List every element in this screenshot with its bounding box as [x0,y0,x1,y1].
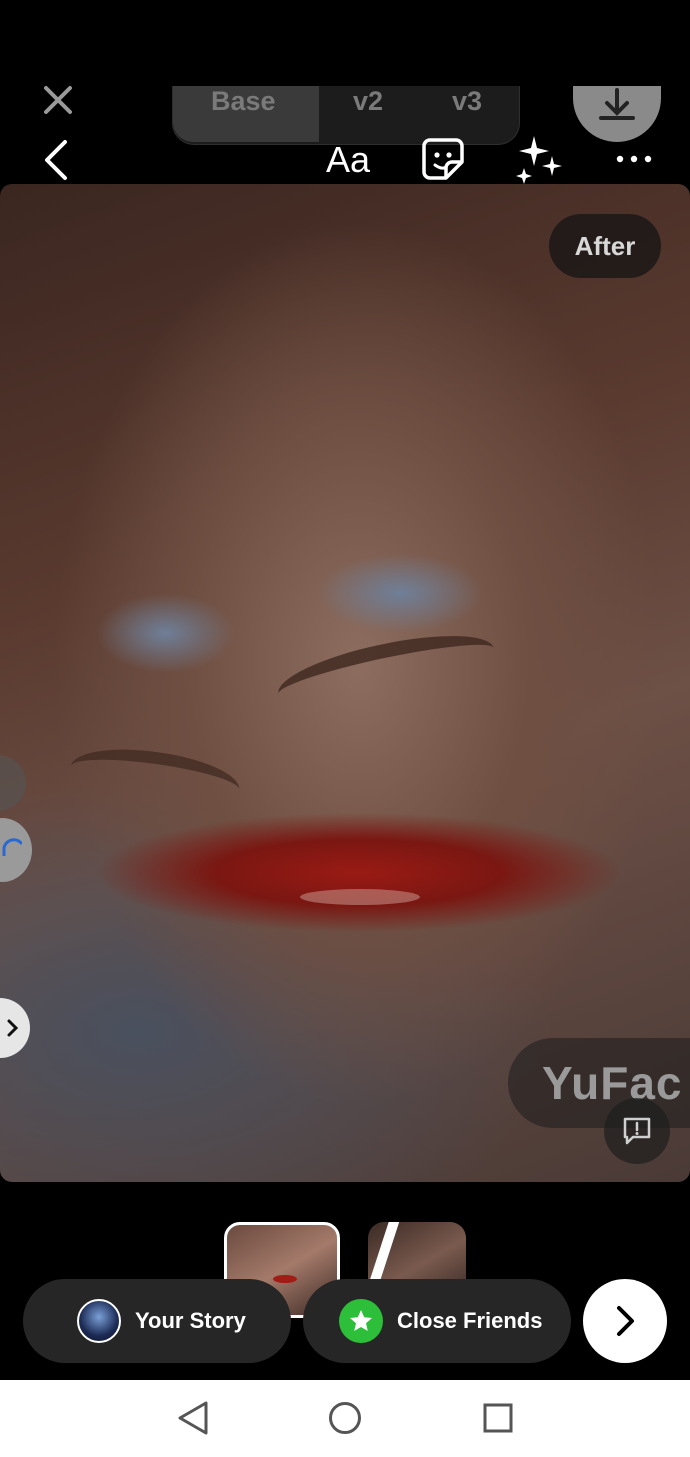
your-story-label: Your Story [135,1308,246,1333]
watermark-text: YuFac [542,1057,683,1109]
photo-detail [67,740,243,816]
close-friends-label: Close Friends [397,1308,543,1333]
download-button[interactable] [573,86,661,142]
close-editor-button[interactable] [40,82,76,118]
version-tab-v2[interactable]: v2 [353,86,383,116]
photo-detail [272,621,500,721]
back-button[interactable] [36,136,76,184]
star-icon [350,1310,372,1331]
version-tab-v3[interactable]: v3 [452,86,482,116]
chevron-right-icon [7,1019,19,1037]
headphones-icon [2,838,22,856]
more-icon [616,155,652,163]
photo-highlight [300,889,420,905]
nav-recents-icon[interactable] [482,1402,514,1434]
download-icon [599,88,635,120]
sticker-button[interactable] [418,134,468,184]
sticker-icon [422,138,464,180]
after-toggle[interactable]: After [549,214,661,278]
system-navigation-bar [0,1380,690,1457]
report-button[interactable] [604,1098,670,1164]
nav-back-icon[interactable] [176,1400,210,1436]
story-photo-canvas[interactable] [0,184,690,1182]
back-icon [45,140,67,180]
effects-button[interactable] [512,134,564,186]
version-tab-base[interactable]: Base [211,86,276,116]
more-options-button[interactable] [612,144,656,174]
close-icon [44,86,72,114]
nav-home-icon[interactable] [327,1400,363,1436]
next-button[interactable] [583,1279,667,1363]
share-your-story-button[interactable]: Your Story [23,1279,291,1363]
effects-sparkle-icon [516,136,562,184]
share-close-friends-button[interactable]: Close Friends [303,1279,571,1363]
chevron-right-icon [617,1306,634,1336]
text-tool-button[interactable]: Aa [320,136,376,184]
report-icon [623,1117,651,1145]
thumbnail-detail [273,1275,297,1283]
close-friends-badge [339,1299,383,1343]
avatar [77,1299,121,1343]
